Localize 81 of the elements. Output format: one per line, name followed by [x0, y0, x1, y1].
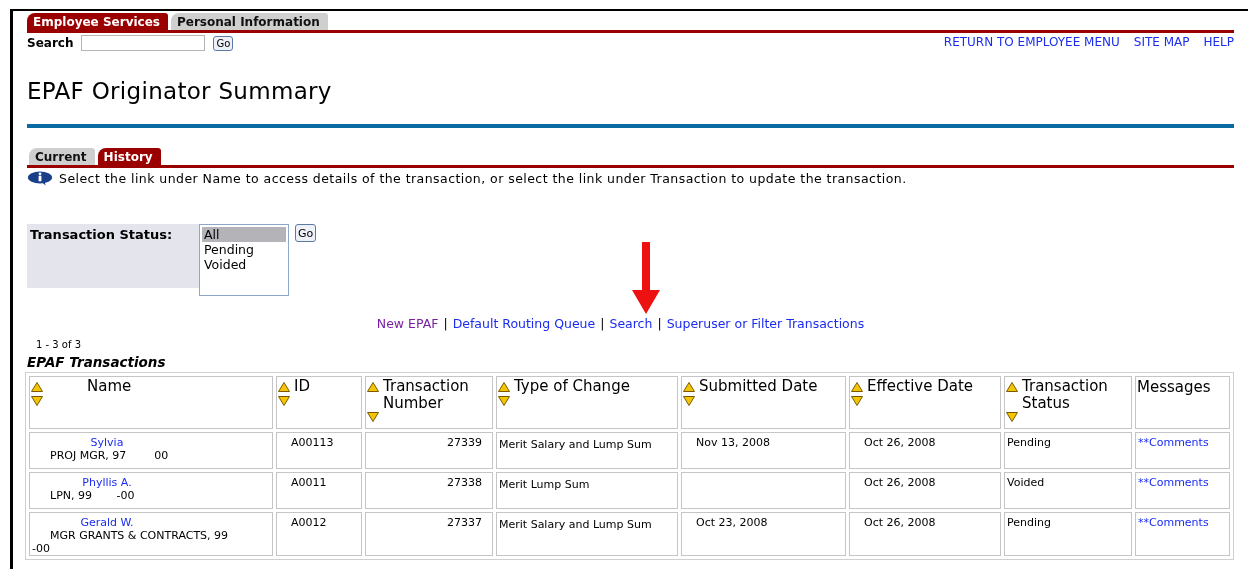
sort-up-icon[interactable]	[278, 382, 290, 392]
tab[interactable]: Personal Information	[170, 13, 328, 30]
table-cell: Nov 13, 2008	[681, 432, 846, 469]
action-link[interactable]: New EPAF	[376, 316, 439, 331]
name-link[interactable]: Sylvia	[32, 436, 182, 449]
column-header[interactable]: Submitted Date	[681, 376, 846, 429]
sort-down-icon[interactable]	[1006, 412, 1018, 422]
table-cell: Merit Salary and Lump Sum	[496, 432, 678, 469]
sort-down-icon[interactable]	[683, 396, 695, 406]
column-header: Messages	[1135, 376, 1230, 429]
header-label: Type of Change	[514, 378, 630, 396]
table-cell: 27338	[365, 472, 493, 509]
table-cell: Merit Salary and Lump Sum	[496, 512, 678, 556]
sort-down-icon[interactable]	[498, 396, 510, 406]
header-label: ID	[294, 378, 310, 396]
position-text: PROJ MGR, 97 00	[49, 449, 170, 462]
action-link[interactable]: Default Routing Queue	[452, 316, 596, 331]
column-header[interactable]: Name	[29, 376, 273, 429]
tab[interactable]: Current	[29, 148, 95, 165]
link-separator: |	[443, 316, 448, 331]
sort-down-icon[interactable]	[851, 396, 863, 406]
column-header[interactable]: Transaction Number	[365, 376, 493, 429]
tab[interactable]: Employee Services	[27, 13, 168, 30]
record-count: 1 - 3 of 3	[36, 339, 83, 350]
sort-up-icon[interactable]	[683, 382, 695, 392]
header-label: Transaction Status	[1022, 378, 1109, 412]
sort-up-icon[interactable]	[1006, 382, 1018, 392]
sort-down-icon[interactable]	[367, 412, 379, 422]
column-header[interactable]: ID	[276, 376, 362, 429]
table-cell: Oct 26, 2008	[849, 512, 1001, 556]
list-option[interactable]: Voided	[202, 257, 286, 272]
info-text: Select the link under Name to access details of the transaction, or select the link under Transaction to update the transaction.	[59, 171, 907, 186]
name-link[interactable]: Phyllis A.	[32, 476, 182, 489]
nav-link[interactable]: HELP	[1203, 35, 1234, 49]
name-link[interactable]: Gerald W.	[32, 516, 182, 529]
action-link[interactable]: Superuser or Filter Transactions	[666, 316, 865, 331]
column-header[interactable]: Transaction Status	[1004, 376, 1132, 429]
table-title: EPAF Transactions	[27, 354, 167, 370]
info-icon	[27, 171, 53, 186]
table-cell: Oct 26, 2008	[849, 472, 1001, 509]
tab[interactable]: History	[97, 148, 161, 165]
list-option[interactable]: All	[202, 227, 286, 242]
action-link[interactable]: Search	[609, 316, 653, 331]
header-label: Transaction Number	[383, 378, 470, 412]
page-title: EPAF Originator Summary	[27, 78, 333, 104]
header-label: Submitted Date	[699, 378, 818, 396]
table-cell: Pending	[1004, 512, 1132, 556]
search-field[interactable]	[81, 35, 206, 51]
position-text: MGR GRANTS & CONTRACTS, 99 -00	[32, 529, 230, 555]
table-cell: Oct 26, 2008	[849, 432, 1001, 469]
position-text: LPN, 99 -00	[49, 489, 136, 502]
table-cell: Pending	[1004, 432, 1132, 469]
nav-link[interactable]: RETURN TO EMPLOYEE MENU	[943, 35, 1120, 49]
table-cell: 27337	[365, 512, 493, 556]
column-header[interactable]: Effective Date	[849, 376, 1001, 429]
filter-label: Transaction Status:	[27, 224, 199, 288]
header-label: Effective Date	[867, 378, 974, 396]
header-label: Name	[86, 378, 132, 396]
link-separator: |	[600, 316, 605, 331]
sort-up-icon[interactable]	[367, 382, 379, 392]
link-separator: |	[657, 316, 662, 331]
sort-down-icon[interactable]	[278, 396, 290, 406]
column-header[interactable]: Type of Change	[496, 376, 678, 429]
sort-down-icon[interactable]	[31, 396, 43, 406]
status-listbox[interactable]: All Pending Voided	[199, 224, 289, 296]
annotation-arrow	[631, 242, 661, 314]
sort-up-icon[interactable]	[498, 382, 510, 392]
search-label: Search	[27, 36, 74, 50]
table-cell: Oct 23, 2008	[681, 512, 846, 556]
table-cell: Merit Lump Sum	[496, 472, 678, 509]
sort-up-icon[interactable]	[31, 382, 43, 392]
table-cell: A0012	[276, 512, 362, 556]
sort-up-icon[interactable]	[851, 382, 863, 392]
list-option[interactable]: Pending	[202, 242, 286, 257]
go-button[interactable]: Go	[213, 35, 234, 51]
table-cell: Voided	[1004, 472, 1132, 509]
go-button[interactable]: Go	[295, 224, 317, 242]
table-cell: A00113	[276, 432, 362, 469]
table-cell: A0011	[276, 472, 362, 509]
nav-link[interactable]: SITE MAP	[1133, 35, 1190, 49]
table-cell: 27339	[365, 432, 493, 469]
